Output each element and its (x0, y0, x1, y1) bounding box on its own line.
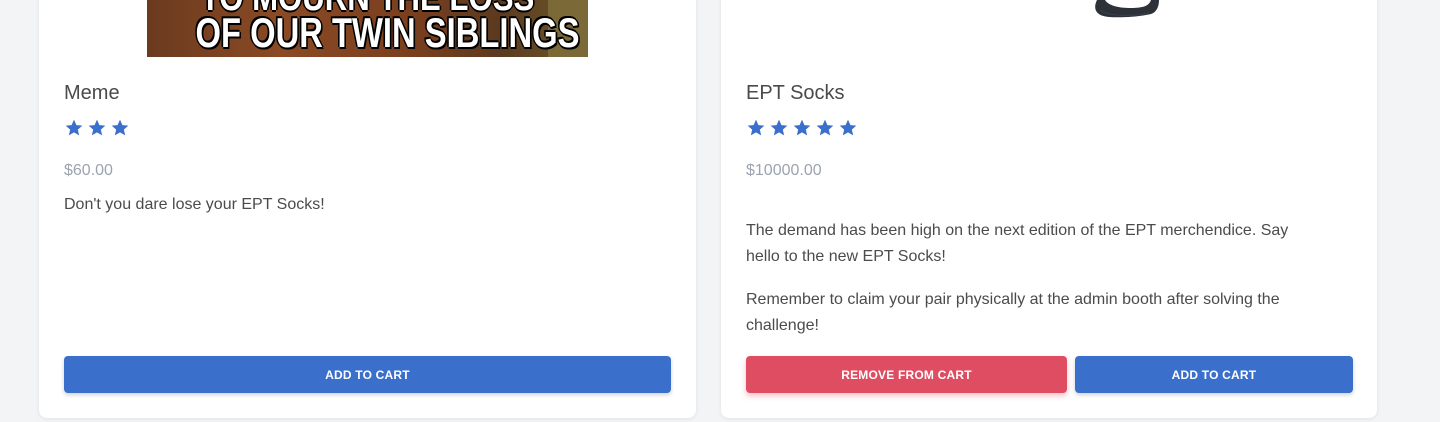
star-icon (816, 119, 834, 136)
product-price: $10000.00 (746, 162, 822, 179)
add-to-cart-button[interactable]: ADD TO CART (1075, 356, 1353, 393)
product-title: EPT Socks (746, 82, 845, 104)
meme-image: TO MOURN THE LOSS OF OUR TWIN SIBLINGS (147, 0, 588, 57)
star-icon (111, 119, 129, 136)
product-description: The demand has been high on the next edi… (746, 222, 1289, 265)
product-price: $60.00 (64, 162, 113, 179)
product-description-note: Remember to claim your pair physically a… (746, 291, 1280, 334)
sock-image (1095, 0, 1159, 18)
product-card-meme: TO MOURN THE LOSS OF OUR TWIN SIBLINGS M… (39, 0, 696, 418)
star-icon (770, 119, 788, 136)
rating-stars (746, 118, 858, 138)
star-icon (839, 119, 857, 136)
meme-caption: OF OUR TWIN SIBLINGS (195, 9, 580, 56)
add-to-cart-button[interactable]: ADD TO CART (64, 356, 671, 393)
remove-from-cart-button[interactable]: REMOVE FROM CART (746, 356, 1067, 393)
star-icon (793, 119, 811, 136)
star-icon (747, 119, 765, 136)
product-description: Don't you dare lose your EPT Socks! (64, 196, 325, 213)
product-card-ept-socks: EPT Socks $10000.00 The demand has been … (721, 0, 1377, 418)
star-icon (88, 119, 106, 136)
product-title: Meme (64, 82, 120, 104)
star-icon (65, 119, 83, 136)
rating-stars (64, 118, 130, 138)
